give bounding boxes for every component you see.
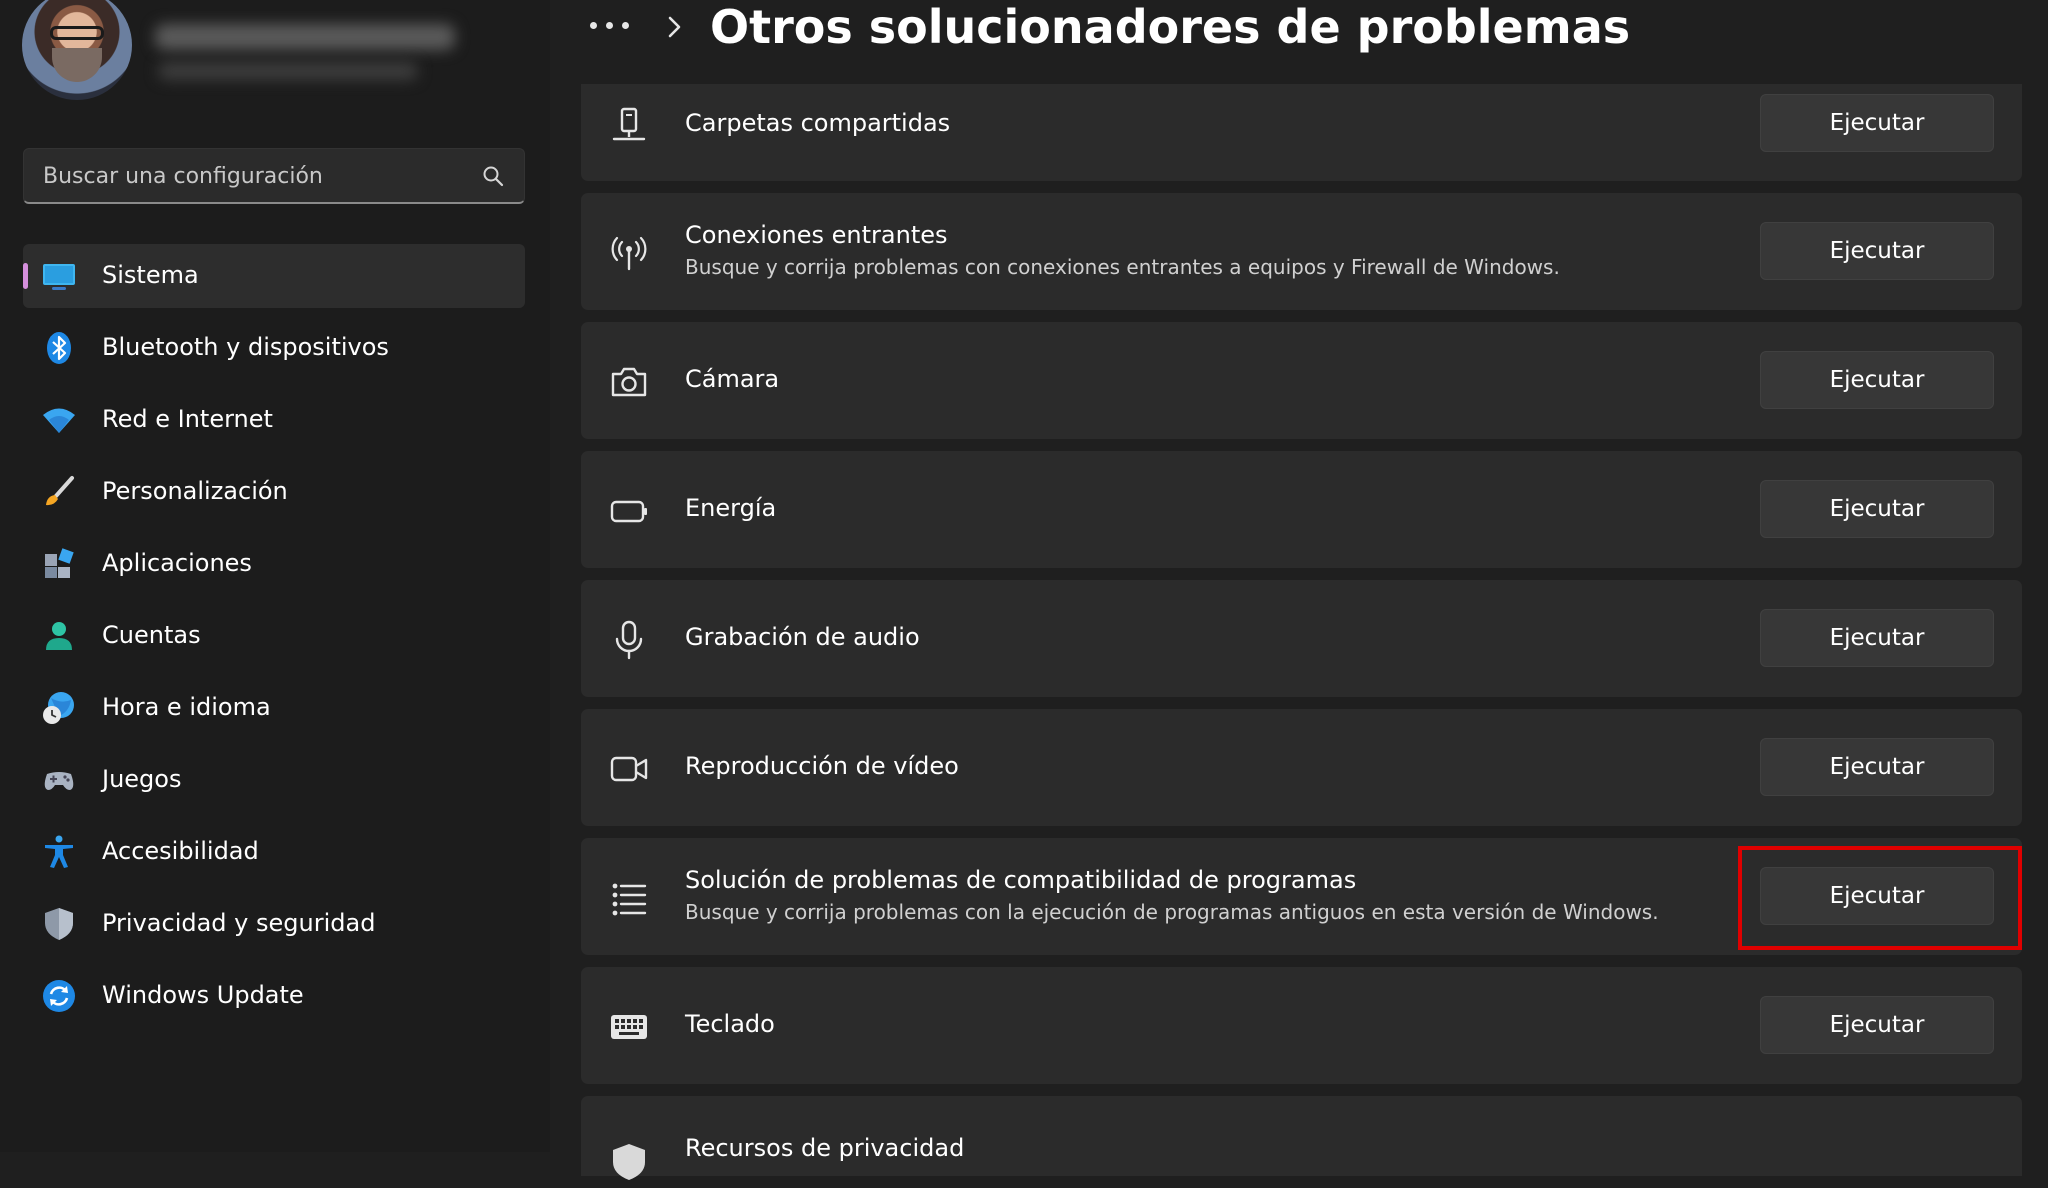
troubleshooter-title: Grabación de audio [685, 623, 920, 651]
run-button-energia[interactable]: Ejecutar [1760, 480, 1994, 538]
search-icon[interactable] [482, 165, 504, 187]
troubleshooter-card-teclado: Teclado Ejecutar [581, 967, 2022, 1084]
sidebar-item-label: Sistema [102, 261, 199, 289]
sidebar-item-aplicaciones[interactable]: Aplicaciones [23, 532, 525, 596]
brush-icon [46, 476, 74, 506]
keyboard-icon [611, 1015, 647, 1039]
highlight-box [1738, 846, 2022, 950]
sidebar-item-sistema[interactable]: Sistema [23, 244, 525, 308]
gamepad-icon [44, 772, 74, 790]
sidebar-item-juegos[interactable]: Juegos [23, 748, 525, 812]
sidebar-item-label: Red e Internet [102, 405, 273, 433]
troubleshooter-title: Cámara [685, 365, 780, 393]
run-button-grabacion-audio[interactable]: Ejecutar [1760, 609, 1994, 667]
sidebar-item-label: Juegos [102, 765, 182, 793]
run-button-reproduccion-video[interactable]: Ejecutar [1760, 738, 1994, 796]
sidebar-item-label: Aplicaciones [102, 549, 252, 577]
troubleshooter-description: Busque y corrija problemas con conexione… [685, 255, 1560, 279]
bluetooth-icon [47, 332, 71, 364]
troubleshooter-title: Carpetas compartidas [685, 109, 951, 137]
troubleshooter-card-carpetas-compartidas: Carpetas compartidas Ejecutar [581, 84, 2022, 181]
list-icon [612, 883, 647, 916]
sidebar-item-privacidad[interactable]: Privacidad y seguridad [23, 892, 525, 956]
sidebar: Sistema Bluetooth y dispositivos Red e I… [0, 0, 550, 1152]
microphone-icon [615, 620, 643, 660]
battery-icon [610, 500, 647, 523]
shield-icon [45, 908, 73, 940]
run-button-carpetas-compartidas[interactable]: Ejecutar [1760, 94, 1994, 152]
troubleshooter-card-camara: Cámara Ejecutar [581, 322, 2022, 439]
page-title: Otros solucionadores de problemas [710, 0, 1631, 54]
sidebar-item-label: Hora e idioma [102, 693, 271, 721]
monitor-icon [43, 264, 75, 290]
sidebar-item-label: Windows Update [102, 981, 304, 1009]
apps-icon [45, 548, 74, 578]
sidebar-item-accesibilidad[interactable]: Accesibilidad [23, 820, 525, 884]
user-icon [46, 622, 72, 650]
troubleshooter-card-conexiones-entrantes: Conexiones entrantes Busque y corrija pr… [581, 193, 2022, 310]
globe-clock-icon [43, 692, 74, 724]
search-box[interactable] [23, 148, 525, 204]
sidebar-item-personalizacion[interactable]: Personalización [23, 460, 525, 524]
avatar-glasses [50, 26, 104, 40]
shield-icon [613, 1144, 645, 1180]
sidebar-item-cuentas[interactable]: Cuentas [23, 604, 525, 668]
troubleshooter-card-energia: Energía Ejecutar [581, 451, 2022, 568]
sidebar-item-bluetooth[interactable]: Bluetooth y dispositivos [23, 316, 525, 380]
run-button-teclado[interactable]: Ejecutar [1760, 996, 1994, 1054]
troubleshooter-title: Solución de problemas de compatibilidad … [685, 866, 1357, 894]
sidebar-item-label: Cuentas [102, 621, 201, 649]
troubleshooter-card-recursos-privacidad: Recursos de privacidad [581, 1096, 2022, 1180]
wifi-icon [43, 408, 75, 433]
video-camera-icon [610, 756, 648, 782]
profile-name-blurred [155, 24, 455, 50]
troubleshooter-card-reproduccion-video: Reproducción de vídeo Ejecutar [581, 709, 2022, 826]
sidebar-nav: Sistema Bluetooth y dispositivos Red e I… [23, 244, 525, 1036]
troubleshooter-list: Carpetas compartidas Ejecutar Conexiones… [581, 84, 2022, 1188]
sidebar-item-red-internet[interactable]: Red e Internet [23, 388, 525, 452]
sidebar-item-hora-idioma[interactable]: Hora e idioma [23, 676, 525, 740]
antenna-icon [611, 236, 647, 271]
refresh-icon [43, 980, 75, 1012]
header: Otros solucionadores de problemas [560, 0, 2048, 66]
avatar[interactable] [22, 0, 132, 100]
run-button-camara[interactable]: Ejecutar [1760, 351, 1994, 409]
sidebar-item-windows-update[interactable]: Windows Update [23, 964, 525, 1028]
shared-folder-icon [612, 107, 646, 141]
breadcrumb-more-button[interactable] [582, 0, 638, 46]
camera-icon [611, 367, 647, 397]
sidebar-item-label: Personalización [102, 477, 288, 505]
run-button-conexiones-entrantes[interactable]: Ejecutar [1760, 222, 1994, 280]
chevron-right-icon [668, 16, 681, 38]
troubleshooter-card-grabacion-audio: Grabación de audio Ejecutar [581, 580, 2022, 697]
profile-email-blurred [158, 62, 418, 80]
troubleshooter-title: Recursos de privacidad [685, 1134, 965, 1162]
sidebar-item-label: Accesibilidad [102, 837, 259, 865]
troubleshooter-title: Reproducción de vídeo [685, 752, 959, 780]
search-input[interactable] [24, 149, 464, 203]
sidebar-item-label: Privacidad y seguridad [102, 909, 376, 937]
sidebar-item-label: Bluetooth y dispositivos [102, 333, 389, 361]
avatar-beard [52, 48, 102, 82]
troubleshooter-title: Conexiones entrantes [685, 221, 948, 249]
troubleshooter-title: Teclado [685, 1010, 775, 1038]
troubleshooter-title: Energía [685, 494, 777, 522]
accessibility-icon [45, 835, 73, 868]
troubleshooter-description: Busque y corrija problemas con la ejecuc… [685, 900, 1659, 924]
